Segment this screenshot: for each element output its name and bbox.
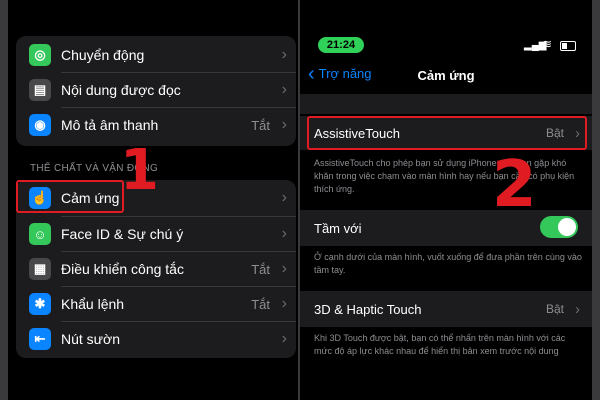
status-time: 21:24 <box>326 39 356 51</box>
settings-row-switch-control[interactable]: ▦ Điều khiển công tắc Tắt › <box>16 252 296 286</box>
row-label: Mô tả âm thanh <box>61 117 159 133</box>
step-number-1: 1 <box>120 138 159 203</box>
chevron-right-icon: › <box>281 81 287 98</box>
reachability-row: Tầm với <box>300 210 592 246</box>
wifi-icon: ≋ <box>542 37 553 51</box>
nav-title: Cảm ứng <box>417 68 475 83</box>
haptic-description: Khi 3D Touch được bật, bạn có thể nhấn t… <box>314 333 566 356</box>
row-label: Chuyển động <box>61 47 145 63</box>
row-label: 3D & Haptic Touch <box>314 301 422 317</box>
audio-description-icon: ◉ <box>29 114 51 136</box>
switch-control-icon: ▦ <box>29 258 51 280</box>
highlight-box-touch <box>16 180 124 213</box>
chevron-right-icon: › <box>281 225 287 242</box>
row-value: Tắt <box>251 261 270 277</box>
spoken-content-icon: ▤ <box>29 79 51 101</box>
chevron-right-icon: › <box>281 330 287 347</box>
chevron-right-icon: › <box>281 295 287 312</box>
settings-row-motion[interactable]: ◎ Chuyển động › <box>16 38 296 72</box>
right-touch-panel: 21:24 ▂▄▆ ≋ ‹ Trợ năng Cảm ứng Assistive… <box>300 0 592 400</box>
spacer <box>300 94 592 114</box>
row-label: Nội dung được đọc <box>61 82 181 98</box>
side-button-icon: ⇤ <box>29 328 51 350</box>
settings-row-face-id[interactable]: ☺ Face ID & Sự chú ý › <box>16 217 296 251</box>
row-label: Nút sườn <box>61 331 121 347</box>
voice-control-icon: ✱ <box>29 293 51 315</box>
chevron-right-icon: › <box>281 189 287 206</box>
settings-row-audio-description[interactable]: ◉ Mô tả âm thanh Tắt › <box>16 108 296 142</box>
motion-icon: ◎ <box>29 44 51 66</box>
row-label: Khẩu lệnh <box>61 296 125 312</box>
status-time-pill: 21:24 <box>318 37 364 53</box>
toggle-knob <box>558 218 576 236</box>
reachability-toggle[interactable] <box>540 216 578 238</box>
vision-group: ◎ Chuyển động › ▤ Nội dung được đọc › ◉ … <box>16 36 296 146</box>
haptic-touch-row[interactable]: 3D & Haptic Touch Bật › <box>300 291 592 327</box>
settings-row-voice-control[interactable]: ✱ Khẩu lệnh Tắt › <box>16 287 296 321</box>
settings-row-spoken-content[interactable]: ▤ Nội dung được đọc › <box>16 73 296 107</box>
row-label: Face ID & Sự chú ý <box>61 226 184 242</box>
battery-icon <box>560 41 576 51</box>
settings-row-side-button[interactable]: ⇤ Nút sườn › <box>16 322 296 356</box>
step-number-2: 2 <box>492 148 537 222</box>
face-id-icon: ☺ <box>29 223 51 245</box>
left-settings-panel: ◎ Chuyển động › ▤ Nội dung được đọc › ◉ … <box>8 0 298 400</box>
chevron-right-icon: › <box>281 116 287 133</box>
row-label: Điều khiển công tắc <box>61 261 184 277</box>
assistive-description: AssistiveTouch cho phép bạn sử dụng iPho… <box>314 158 575 194</box>
reachability-description: Ở cạnh dưới của màn hình, vuốt xuống để … <box>314 252 582 275</box>
row-value: Tắt <box>251 117 270 133</box>
row-label: Tầm với <box>314 220 362 236</box>
row-value: Tắt <box>251 296 270 312</box>
row-value: Bật <box>545 302 564 316</box>
chevron-right-icon: › <box>281 260 287 277</box>
highlight-box-assistive <box>307 116 587 150</box>
chevron-right-icon: › <box>281 46 287 63</box>
chevron-right-icon: › <box>575 300 580 318</box>
